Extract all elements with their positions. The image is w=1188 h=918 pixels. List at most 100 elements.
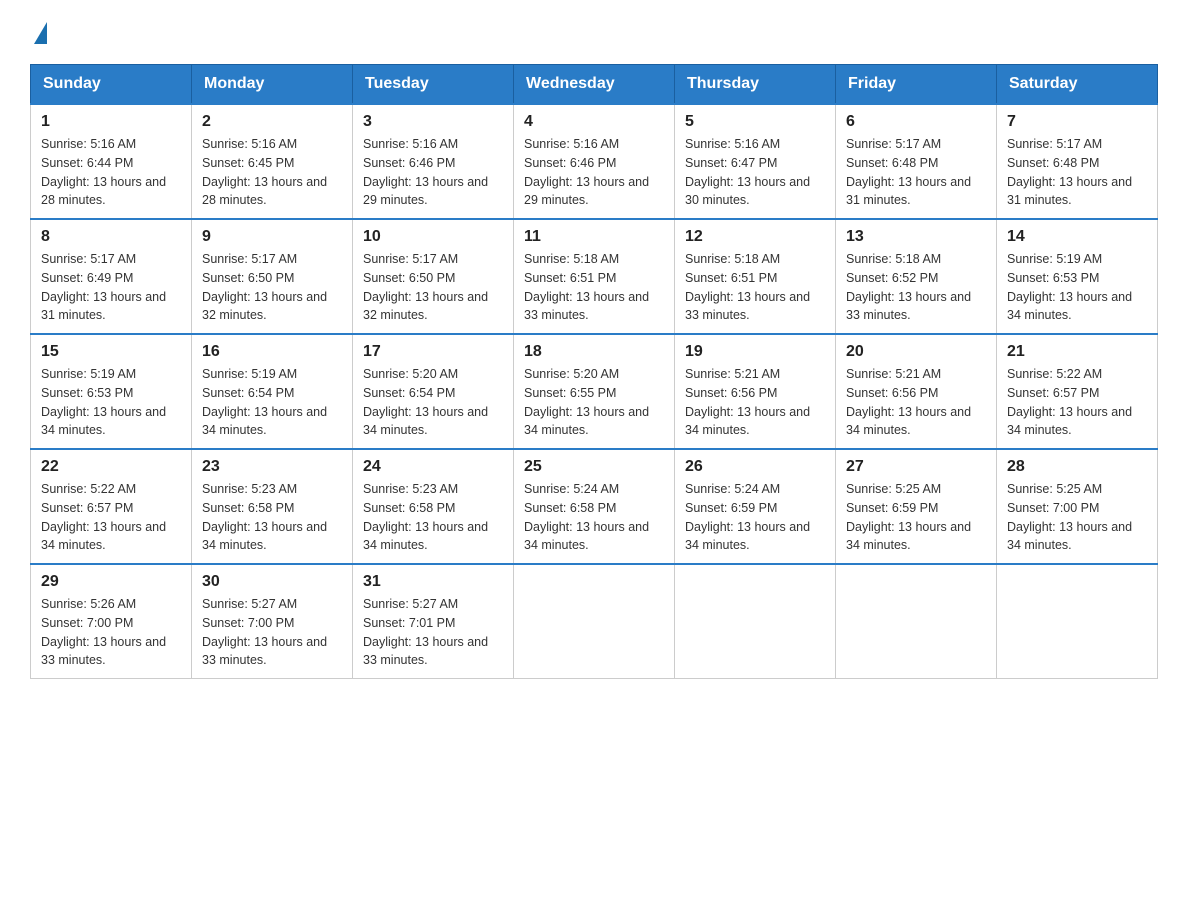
calendar-cell: 30 Sunrise: 5:27 AM Sunset: 7:00 PM Dayl… <box>192 564 353 679</box>
day-info: Sunrise: 5:19 AM Sunset: 6:54 PM Dayligh… <box>202 365 342 440</box>
day-number: 30 <box>202 573 342 591</box>
day-info: Sunrise: 5:22 AM Sunset: 6:57 PM Dayligh… <box>1007 365 1147 440</box>
day-number: 16 <box>202 343 342 361</box>
day-info: Sunrise: 5:24 AM Sunset: 6:58 PM Dayligh… <box>524 480 664 555</box>
day-number: 15 <box>41 343 181 361</box>
day-number: 24 <box>363 458 503 476</box>
calendar-cell: 13 Sunrise: 5:18 AM Sunset: 6:52 PM Dayl… <box>836 219 997 334</box>
day-number: 21 <box>1007 343 1147 361</box>
day-info: Sunrise: 5:17 AM Sunset: 6:50 PM Dayligh… <box>363 250 503 325</box>
calendar-cell: 7 Sunrise: 5:17 AM Sunset: 6:48 PM Dayli… <box>997 104 1158 219</box>
calendar-cell: 14 Sunrise: 5:19 AM Sunset: 6:53 PM Dayl… <box>997 219 1158 334</box>
calendar-cell: 18 Sunrise: 5:20 AM Sunset: 6:55 PM Dayl… <box>514 334 675 449</box>
day-info: Sunrise: 5:26 AM Sunset: 7:00 PM Dayligh… <box>41 595 181 670</box>
col-sunday: Sunday <box>31 65 192 105</box>
calendar-cell: 20 Sunrise: 5:21 AM Sunset: 6:56 PM Dayl… <box>836 334 997 449</box>
calendar-cell: 15 Sunrise: 5:19 AM Sunset: 6:53 PM Dayl… <box>31 334 192 449</box>
day-number: 28 <box>1007 458 1147 476</box>
day-number: 3 <box>363 113 503 131</box>
day-number: 11 <box>524 228 664 246</box>
calendar-cell: 10 Sunrise: 5:17 AM Sunset: 6:50 PM Dayl… <box>353 219 514 334</box>
day-info: Sunrise: 5:22 AM Sunset: 6:57 PM Dayligh… <box>41 480 181 555</box>
day-number: 10 <box>363 228 503 246</box>
day-info: Sunrise: 5:18 AM Sunset: 6:52 PM Dayligh… <box>846 250 986 325</box>
day-info: Sunrise: 5:16 AM Sunset: 6:44 PM Dayligh… <box>41 135 181 210</box>
week-row-4: 22 Sunrise: 5:22 AM Sunset: 6:57 PM Dayl… <box>31 449 1158 564</box>
calendar-cell: 5 Sunrise: 5:16 AM Sunset: 6:47 PM Dayli… <box>675 104 836 219</box>
calendar-cell: 11 Sunrise: 5:18 AM Sunset: 6:51 PM Dayl… <box>514 219 675 334</box>
day-number: 18 <box>524 343 664 361</box>
calendar-cell: 26 Sunrise: 5:24 AM Sunset: 6:59 PM Dayl… <box>675 449 836 564</box>
day-info: Sunrise: 5:25 AM Sunset: 6:59 PM Dayligh… <box>846 480 986 555</box>
day-number: 22 <box>41 458 181 476</box>
day-number: 12 <box>685 228 825 246</box>
day-info: Sunrise: 5:19 AM Sunset: 6:53 PM Dayligh… <box>41 365 181 440</box>
day-number: 25 <box>524 458 664 476</box>
calendar-cell: 27 Sunrise: 5:25 AM Sunset: 6:59 PM Dayl… <box>836 449 997 564</box>
day-info: Sunrise: 5:27 AM Sunset: 7:00 PM Dayligh… <box>202 595 342 670</box>
day-number: 17 <box>363 343 503 361</box>
day-number: 2 <box>202 113 342 131</box>
week-row-1: 1 Sunrise: 5:16 AM Sunset: 6:44 PM Dayli… <box>31 104 1158 219</box>
day-info: Sunrise: 5:18 AM Sunset: 6:51 PM Dayligh… <box>524 250 664 325</box>
calendar-cell: 22 Sunrise: 5:22 AM Sunset: 6:57 PM Dayl… <box>31 449 192 564</box>
day-info: Sunrise: 5:16 AM Sunset: 6:45 PM Dayligh… <box>202 135 342 210</box>
week-row-2: 8 Sunrise: 5:17 AM Sunset: 6:49 PM Dayli… <box>31 219 1158 334</box>
day-number: 20 <box>846 343 986 361</box>
day-info: Sunrise: 5:25 AM Sunset: 7:00 PM Dayligh… <box>1007 480 1147 555</box>
day-info: Sunrise: 5:16 AM Sunset: 6:46 PM Dayligh… <box>363 135 503 210</box>
calendar-cell: 17 Sunrise: 5:20 AM Sunset: 6:54 PM Dayl… <box>353 334 514 449</box>
calendar-cell: 8 Sunrise: 5:17 AM Sunset: 6:49 PM Dayli… <box>31 219 192 334</box>
day-number: 5 <box>685 113 825 131</box>
calendar-cell: 21 Sunrise: 5:22 AM Sunset: 6:57 PM Dayl… <box>997 334 1158 449</box>
day-number: 4 <box>524 113 664 131</box>
col-saturday: Saturday <box>997 65 1158 105</box>
day-info: Sunrise: 5:21 AM Sunset: 6:56 PM Dayligh… <box>846 365 986 440</box>
day-number: 8 <box>41 228 181 246</box>
col-thursday: Thursday <box>675 65 836 105</box>
day-number: 7 <box>1007 113 1147 131</box>
day-info: Sunrise: 5:24 AM Sunset: 6:59 PM Dayligh… <box>685 480 825 555</box>
day-number: 13 <box>846 228 986 246</box>
calendar-cell: 12 Sunrise: 5:18 AM Sunset: 6:51 PM Dayl… <box>675 219 836 334</box>
day-info: Sunrise: 5:23 AM Sunset: 6:58 PM Dayligh… <box>202 480 342 555</box>
day-info: Sunrise: 5:16 AM Sunset: 6:47 PM Dayligh… <box>685 135 825 210</box>
calendar-cell: 23 Sunrise: 5:23 AM Sunset: 6:58 PM Dayl… <box>192 449 353 564</box>
calendar-header-row: Sunday Monday Tuesday Wednesday Thursday… <box>31 65 1158 105</box>
col-friday: Friday <box>836 65 997 105</box>
week-row-3: 15 Sunrise: 5:19 AM Sunset: 6:53 PM Dayl… <box>31 334 1158 449</box>
calendar-cell: 19 Sunrise: 5:21 AM Sunset: 6:56 PM Dayl… <box>675 334 836 449</box>
day-number: 19 <box>685 343 825 361</box>
day-info: Sunrise: 5:23 AM Sunset: 6:58 PM Dayligh… <box>363 480 503 555</box>
week-row-5: 29 Sunrise: 5:26 AM Sunset: 7:00 PM Dayl… <box>31 564 1158 679</box>
day-info: Sunrise: 5:17 AM Sunset: 6:50 PM Dayligh… <box>202 250 342 325</box>
day-info: Sunrise: 5:16 AM Sunset: 6:46 PM Dayligh… <box>524 135 664 210</box>
calendar-cell: 31 Sunrise: 5:27 AM Sunset: 7:01 PM Dayl… <box>353 564 514 679</box>
logo-triangle-icon <box>34 22 47 44</box>
calendar-cell: 3 Sunrise: 5:16 AM Sunset: 6:46 PM Dayli… <box>353 104 514 219</box>
page-header <box>30 20 1158 44</box>
day-info: Sunrise: 5:19 AM Sunset: 6:53 PM Dayligh… <box>1007 250 1147 325</box>
day-info: Sunrise: 5:21 AM Sunset: 6:56 PM Dayligh… <box>685 365 825 440</box>
day-number: 29 <box>41 573 181 591</box>
day-info: Sunrise: 5:20 AM Sunset: 6:55 PM Dayligh… <box>524 365 664 440</box>
day-info: Sunrise: 5:17 AM Sunset: 6:49 PM Dayligh… <box>41 250 181 325</box>
logo <box>30 20 47 44</box>
calendar-cell: 16 Sunrise: 5:19 AM Sunset: 6:54 PM Dayl… <box>192 334 353 449</box>
calendar-cell: 9 Sunrise: 5:17 AM Sunset: 6:50 PM Dayli… <box>192 219 353 334</box>
day-number: 6 <box>846 113 986 131</box>
day-info: Sunrise: 5:17 AM Sunset: 6:48 PM Dayligh… <box>846 135 986 210</box>
calendar-cell <box>675 564 836 679</box>
day-info: Sunrise: 5:20 AM Sunset: 6:54 PM Dayligh… <box>363 365 503 440</box>
day-number: 1 <box>41 113 181 131</box>
calendar-cell: 25 Sunrise: 5:24 AM Sunset: 6:58 PM Dayl… <box>514 449 675 564</box>
day-info: Sunrise: 5:18 AM Sunset: 6:51 PM Dayligh… <box>685 250 825 325</box>
day-info: Sunrise: 5:17 AM Sunset: 6:48 PM Dayligh… <box>1007 135 1147 210</box>
day-number: 27 <box>846 458 986 476</box>
calendar-cell: 29 Sunrise: 5:26 AM Sunset: 7:00 PM Dayl… <box>31 564 192 679</box>
calendar-table: Sunday Monday Tuesday Wednesday Thursday… <box>30 64 1158 679</box>
calendar-cell: 24 Sunrise: 5:23 AM Sunset: 6:58 PM Dayl… <box>353 449 514 564</box>
col-monday: Monday <box>192 65 353 105</box>
calendar-cell: 1 Sunrise: 5:16 AM Sunset: 6:44 PM Dayli… <box>31 104 192 219</box>
calendar-cell <box>836 564 997 679</box>
